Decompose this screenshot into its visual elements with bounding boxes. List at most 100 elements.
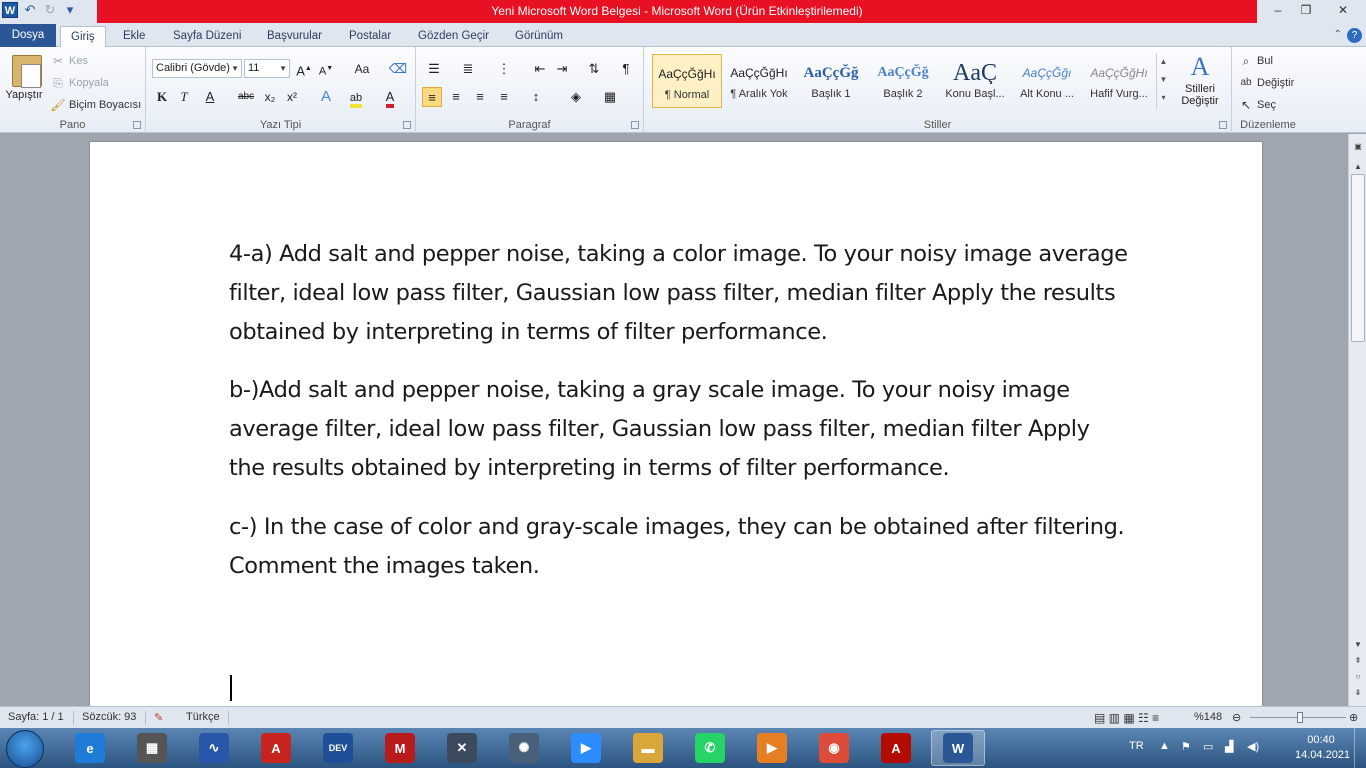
taskbar-item[interactable]: ∿	[187, 730, 241, 766]
style-normal[interactable]: AaÇçĞğHı ¶ Normal	[652, 54, 722, 108]
clear-formatting-icon[interactable]: ⌫	[388, 59, 408, 79]
input-language[interactable]: TR	[1129, 740, 1144, 752]
taskbar-item[interactable]: ✺	[497, 730, 551, 766]
taskbar-item[interactable]: A	[249, 730, 303, 766]
highlight-button[interactable]: ab	[346, 87, 366, 108]
replace-button[interactable]: ab Değiştir	[1238, 73, 1294, 93]
clipboard-dialog-launcher[interactable]	[133, 121, 141, 129]
redo-icon[interactable]: ↻	[42, 2, 58, 18]
word-count[interactable]: Sözcük: 93	[82, 711, 136, 723]
paragraph-c[interactable]: c-) In the case of color and gray-scale …	[229, 508, 1129, 586]
superscript-button[interactable]: x²	[282, 87, 302, 107]
maximize-button[interactable]: ❐	[1292, 0, 1320, 20]
ruler-toggle-icon[interactable]: ▣	[1352, 142, 1364, 154]
tab-home[interactable]: Giriş	[60, 26, 106, 47]
text-effects-button[interactable]: A	[316, 87, 336, 107]
style-no-spacing[interactable]: AaÇçĞğHı ¶ Aralık Yok	[724, 54, 794, 108]
style-title[interactable]: AaÇ Konu Başl...	[940, 54, 1010, 108]
taskbar-item[interactable]: A	[869, 730, 923, 766]
styles-dialog-launcher[interactable]	[1219, 121, 1227, 129]
decrease-indent-button[interactable]: ⇤	[530, 59, 550, 79]
minimize-button[interactable]: ‒	[1264, 0, 1292, 20]
taskbar-item[interactable]: W	[931, 730, 985, 766]
shading-button[interactable]: ◈	[566, 87, 586, 107]
page-count[interactable]: Sayfa: 1 / 1	[8, 711, 64, 723]
tab-view[interactable]: Görünüm	[505, 26, 573, 47]
tab-file[interactable]: Dosya	[0, 24, 56, 47]
document-page[interactable]: 4-a) Add salt and pepper noise, taking a…	[89, 141, 1263, 706]
start-button[interactable]	[6, 730, 44, 768]
taskbar-item[interactable]: DEV	[311, 730, 365, 766]
proofing-icon[interactable]: ✎	[154, 711, 163, 724]
bullets-button[interactable]: ☰	[424, 59, 444, 79]
taskbar-item[interactable]: ▶	[745, 730, 799, 766]
close-button[interactable]: ✕	[1320, 0, 1366, 20]
format-painter-button[interactable]: 🖌 Biçim Boyacısı	[50, 95, 141, 115]
tab-mailings[interactable]: Postalar	[339, 26, 401, 47]
zoom-slider-thumb[interactable]	[1297, 712, 1303, 723]
borders-button[interactable]: ▦	[600, 87, 620, 107]
italic-button[interactable]: T	[174, 87, 194, 107]
align-right-button[interactable]: ≡	[470, 87, 490, 107]
cut-button[interactable]: ✂ Kes	[50, 51, 88, 71]
tab-review[interactable]: Gözden Geçir	[408, 26, 499, 47]
taskbar-item[interactable]: ▶	[559, 730, 613, 766]
paste-button[interactable]: Yapıştır	[2, 49, 46, 111]
help-icon[interactable]: ?	[1347, 28, 1362, 43]
font-color-button[interactable]: A	[380, 87, 400, 108]
minimize-ribbon-icon[interactable]: ⌃	[1334, 29, 1342, 40]
shrink-font-button[interactable]: A▼	[316, 59, 336, 79]
justify-button[interactable]: ≡	[494, 87, 514, 107]
scroll-up-icon[interactable]: ▲	[1352, 162, 1364, 174]
show-marks-button[interactable]: ¶	[616, 59, 636, 79]
show-hidden-icons-icon[interactable]: ▲	[1159, 740, 1170, 752]
style-subtitle[interactable]: AaÇçĞğı Alt Konu ...	[1012, 54, 1082, 108]
strikethrough-button[interactable]: abc	[234, 87, 258, 107]
numbering-button[interactable]: ≣	[458, 59, 478, 79]
undo-icon[interactable]: ↶	[22, 2, 38, 18]
safely-remove-icon[interactable]: ▭	[1203, 740, 1213, 753]
browse-object-icon[interactable]: ○	[1352, 672, 1364, 684]
align-center-button[interactable]: ≡	[446, 87, 466, 107]
change-styles-button[interactable]: A Stilleri Değiştir	[1172, 51, 1228, 117]
find-button[interactable]: ⌕ Bul	[1238, 51, 1273, 71]
font-dialog-launcher[interactable]	[403, 121, 411, 129]
styles-gallery-scroll[interactable]: ▲ ▼ ▾	[1156, 53, 1170, 109]
style-heading-2[interactable]: AaÇçĞğ Başlık 2	[868, 54, 938, 108]
taskbar-item[interactable]: ▬	[621, 730, 675, 766]
bold-button[interactable]: K	[152, 87, 172, 107]
language-indicator[interactable]: Türkçe	[186, 711, 220, 723]
tab-references[interactable]: Başvurular	[257, 26, 332, 47]
taskbar-item[interactable]: M	[373, 730, 427, 766]
line-spacing-button[interactable]: ↕	[526, 87, 546, 107]
tab-page-layout[interactable]: Sayfa Düzeni	[163, 26, 251, 47]
align-left-button[interactable]: ≡	[422, 87, 442, 107]
network-icon[interactable]: ▟	[1225, 740, 1233, 753]
underline-button[interactable]: A	[200, 87, 220, 107]
taskbar-item[interactable]: ◉	[807, 730, 861, 766]
vertical-scrollbar[interactable]: ▣ ▲ ▼ ⇞ ○ ⇟	[1348, 134, 1366, 706]
zoom-level[interactable]: %148	[1194, 711, 1222, 723]
taskbar-item[interactable]: e	[63, 730, 117, 766]
scrollbar-thumb[interactable]	[1351, 174, 1365, 342]
sort-button[interactable]: ⇅	[584, 59, 604, 79]
action-center-icon[interactable]: ⚑	[1181, 740, 1191, 753]
zoom-out-icon[interactable]: ⊖	[1232, 711, 1241, 724]
scroll-down-icon[interactable]: ▼	[1352, 640, 1364, 652]
zoom-in-icon[interactable]: ⊕	[1349, 711, 1358, 724]
paragraph-4a[interactable]: 4-a) Add salt and pepper noise, taking a…	[229, 235, 1129, 352]
volume-icon[interactable]: ◀)	[1247, 740, 1259, 753]
tab-insert[interactable]: Ekle	[113, 26, 155, 47]
customize-qat-icon[interactable]: ▾	[62, 2, 78, 18]
font-name-select[interactable]: Calibri (Gövde) ▼	[152, 59, 242, 78]
subscript-button[interactable]: x₂	[260, 87, 280, 107]
paragraph-b[interactable]: b-)Add salt and pepper noise, taking a g…	[229, 371, 1129, 488]
change-case-button[interactable]: Aa	[348, 59, 376, 79]
grow-font-button[interactable]: A▲	[294, 59, 314, 79]
taskbar-item[interactable]: ✕	[435, 730, 489, 766]
clock[interactable]: 00:40 14.04.2021	[1295, 733, 1350, 763]
paragraph-dialog-launcher[interactable]	[631, 121, 639, 129]
taskbar-item[interactable]: ▦	[125, 730, 179, 766]
style-subtle-emphasis[interactable]: AaÇçĞğHı Hafif Vurg...	[1084, 54, 1154, 108]
next-page-icon[interactable]: ⇟	[1352, 688, 1364, 700]
